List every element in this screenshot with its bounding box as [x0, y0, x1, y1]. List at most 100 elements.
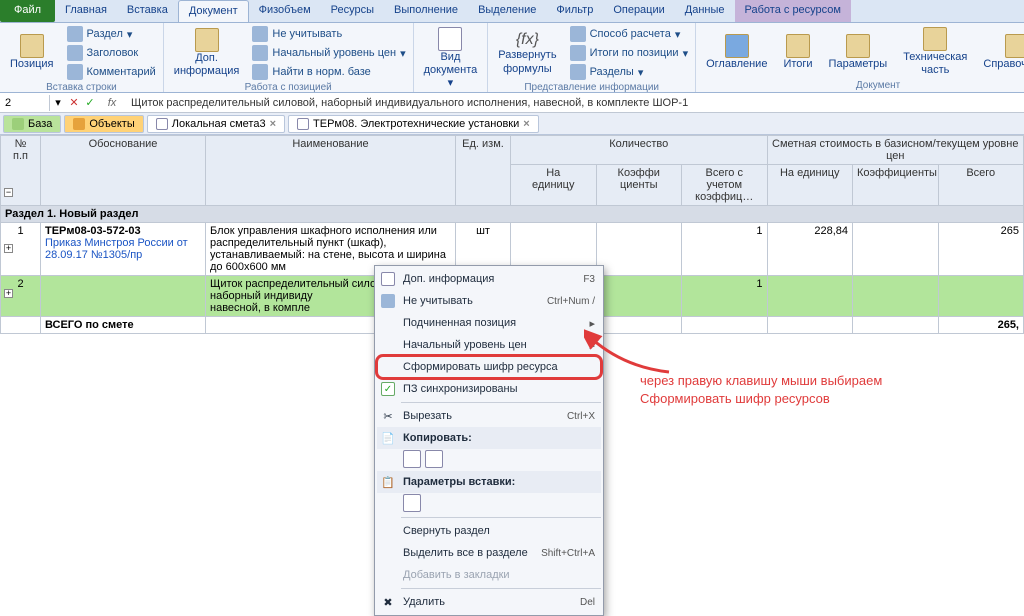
comment-icon — [67, 64, 83, 80]
group-title: Работа с позицией — [168, 81, 409, 93]
copy-icon: 📄 — [379, 432, 397, 445]
tab-main[interactable]: Главная — [55, 0, 117, 22]
refs-icon — [1005, 34, 1024, 58]
expander[interactable]: + — [4, 244, 13, 253]
ctx-init[interactable]: Начальный уровень цен▸ — [377, 334, 601, 356]
ignore-icon — [252, 26, 268, 42]
btn-refs[interactable]: Справочники — [977, 32, 1024, 73]
ignore-icon — [381, 294, 395, 308]
btn-header[interactable]: Заголовок — [64, 44, 159, 62]
doc-icon — [156, 118, 168, 130]
close-icon[interactable]: × — [270, 118, 276, 130]
btn-calcmethod[interactable]: Способ расчета ▾ — [567, 25, 692, 43]
ctx-paste[interactable]: 📋Параметры вставки: — [377, 471, 601, 493]
tab-phys[interactable]: Физобъем — [249, 0, 321, 22]
doc-icon — [297, 118, 309, 130]
tab-resources[interactable]: Ресурсы — [321, 0, 384, 22]
btn-tech[interactable]: Техническая часть — [897, 25, 973, 79]
tab-document[interactable]: Документ — [178, 0, 249, 22]
ribbon-tabs: Файл Главная Вставка Документ Физобъем Р… — [0, 0, 1024, 23]
ctx-gen-code[interactable]: Сформировать шифр ресурса — [377, 356, 601, 378]
view-icon — [438, 27, 462, 51]
btn-params[interactable]: Параметры — [823, 32, 894, 73]
calc-icon — [570, 26, 586, 42]
btn-posresults[interactable]: Итоги по позиции ▾ — [567, 44, 692, 62]
tab-insert[interactable]: Вставка — [117, 0, 178, 22]
search-icon — [252, 64, 268, 80]
ctx-copy-options[interactable] — [377, 449, 601, 471]
btn-toc[interactable]: Оглавление — [700, 32, 773, 73]
results-icon — [570, 45, 586, 61]
check-icon — [381, 382, 395, 396]
db-icon — [12, 118, 24, 130]
doc-tabs: База Объекты Локальная смета3× ТЕРм08. Э… — [0, 113, 1024, 135]
btn-addinfo[interactable]: Доп. информация — [168, 26, 246, 80]
tab-data[interactable]: Данные — [675, 0, 735, 22]
ctx-sub[interactable]: Подчиненная позиция▸ — [377, 312, 601, 334]
totals-icon — [786, 34, 810, 58]
ctx-info[interactable]: Доп. информацияF3 — [377, 268, 601, 290]
scissors-icon: ✂ — [379, 410, 397, 423]
btn-find[interactable]: Найти в норм. базе — [249, 63, 408, 81]
btn-comment[interactable]: Комментарий — [64, 63, 159, 81]
ctx-paste-options[interactable] — [377, 493, 601, 515]
formula-bar: 2 ▾ ✕ ✓ fx Щиток распределительный силов… — [0, 93, 1024, 113]
tech-icon — [923, 27, 947, 51]
info-icon — [381, 272, 395, 286]
tab-file[interactable]: Файл — [0, 0, 55, 22]
btn-expand[interactable]: {fx}Развернуть формулы — [492, 28, 562, 78]
ctx-collapse[interactable]: Свернуть раздел — [377, 520, 601, 542]
group-title: Документ — [700, 79, 1024, 91]
context-menu: Доп. информацияF3 Не учитыватьCtrl+Num /… — [374, 265, 604, 616]
ctx-cut[interactable]: ✂ВырезатьCtrl+X — [377, 405, 601, 427]
annotation-text: через правую клавишу мыши выбираем Сформ… — [640, 372, 882, 407]
expander[interactable]: − — [4, 188, 13, 197]
btn-sections[interactable]: Разделы ▾ — [567, 63, 692, 81]
row-icon — [20, 34, 44, 58]
params-icon — [846, 34, 870, 58]
tab-estimate[interactable]: Локальная смета3× — [147, 115, 285, 133]
section-icon — [67, 26, 83, 42]
section-row[interactable]: Раздел 1. Новый раздел — [1, 206, 1024, 223]
order-link[interactable]: Приказ Минстроя России от 28.09.17 №1305… — [45, 237, 188, 261]
level-icon — [252, 45, 268, 61]
ribbon: Позиция Раздел ▾ Заголовок Комментарий В… — [0, 23, 1024, 93]
btn-view[interactable]: Вид документа ▾ — [418, 25, 484, 93]
btn-section[interactable]: Раздел ▾ — [64, 25, 159, 43]
tab-baza[interactable]: База — [3, 115, 61, 133]
header-icon — [67, 45, 83, 61]
close-icon[interactable]: × — [523, 118, 529, 130]
btn-initlevel[interactable]: Начальный уровень цен ▾ — [249, 44, 408, 62]
info-icon — [195, 28, 219, 52]
ctx-delete[interactable]: ✖УдалитьDel — [377, 591, 601, 613]
cell-ref[interactable]: 2 — [0, 95, 50, 111]
delete-icon: ✖ — [379, 596, 397, 609]
toc-icon — [725, 34, 749, 58]
tab-ter[interactable]: ТЕРм08. Электротехнические установки× — [288, 115, 539, 133]
ctx-selall[interactable]: Выделить все в разделеShift+Ctrl+A — [377, 542, 601, 564]
btn-position[interactable]: Позиция — [4, 32, 60, 73]
col-name: Наименование — [206, 136, 456, 206]
tab-filter[interactable]: Фильтр — [546, 0, 603, 22]
tab-exec[interactable]: Выполнение — [384, 0, 468, 22]
fx-label: fx — [98, 97, 126, 109]
ctx-bookmark: Добавить в закладки — [377, 564, 601, 586]
tab-select[interactable]: Выделение — [468, 0, 546, 22]
ctx-copy[interactable]: 📄Копировать: — [377, 427, 601, 449]
expander[interactable]: + — [4, 289, 13, 298]
col-ed: Ед. изм. — [456, 136, 511, 206]
group-title: Вставка строки — [4, 81, 159, 93]
ctx-ignore[interactable]: Не учитыватьCtrl+Num / — [377, 290, 601, 312]
col-qty: Количество — [511, 136, 768, 165]
btn-ignore[interactable]: Не учитывать — [249, 25, 408, 43]
col-cost: Сметная стоимость в базисном/текущем уро… — [767, 136, 1024, 165]
btn-totals[interactable]: Итоги — [777, 32, 818, 73]
col-obo: Обоснование — [41, 136, 206, 206]
ctx-pzsync[interactable]: ПЗ синхронизированы — [377, 378, 601, 400]
fx-value[interactable]: Щиток распределительный силовой, наборны… — [126, 95, 1024, 111]
tab-ops[interactable]: Операции — [603, 0, 674, 22]
tab-work-resource[interactable]: Работа с ресурсом — [735, 0, 851, 22]
group-title: Представление информации — [492, 81, 691, 93]
tab-objects[interactable]: Объекты — [64, 115, 143, 133]
folder-icon — [73, 118, 85, 130]
